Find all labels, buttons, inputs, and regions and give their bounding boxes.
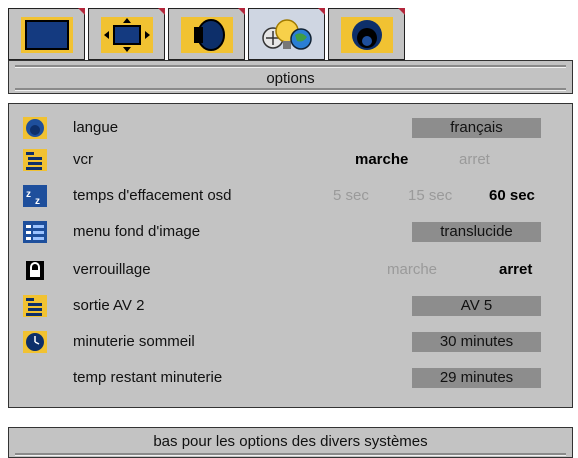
option-row-remaining-time: temp restant minuterie 29 minutes xyxy=(9,363,572,395)
tab-corner-marker xyxy=(398,8,405,15)
sleep-timer-value[interactable]: 30 minutes xyxy=(412,332,541,352)
screen-icon xyxy=(21,17,73,53)
tab-corner-marker xyxy=(78,8,85,15)
osd-option-60-sec[interactable]: 60 sec xyxy=(489,187,535,204)
option-label: temp restant minuterie xyxy=(73,369,223,386)
lock-option-marche[interactable]: marche xyxy=(387,261,437,278)
option-row-sleep-timer[interactable]: minuterie sommeil 30 minutes xyxy=(9,327,572,359)
footer-hint: bas pour les options des divers systèmes xyxy=(153,433,428,450)
tab-options[interactable] xyxy=(248,8,325,60)
tab-corner-marker xyxy=(238,8,245,15)
option-row-osd-timeout[interactable]: z z temps d'effacement osd 5 sec 15 sec … xyxy=(9,181,572,213)
options-bulb-icon xyxy=(262,19,312,50)
menu-panel-icon xyxy=(23,221,47,243)
tab-screen[interactable] xyxy=(8,8,85,60)
vcr-list-icon xyxy=(23,149,47,171)
divider xyxy=(15,65,566,68)
picture-size-icon xyxy=(101,17,153,53)
menu-background-value[interactable]: translucide xyxy=(412,222,541,242)
option-row-av2-output[interactable]: sortie AV 2 AV 5 xyxy=(9,291,572,323)
option-label: temps d'effacement osd xyxy=(73,187,232,204)
options-panel: langue français vcr marche arret z z tem… xyxy=(8,103,573,408)
vcr-option-marche[interactable]: marche xyxy=(355,151,408,168)
av2-output-value[interactable]: AV 5 xyxy=(412,296,541,316)
lock-option-arret[interactable]: arret xyxy=(499,261,532,278)
remaining-time-value: 29 minutes xyxy=(412,368,541,388)
option-label: vcr xyxy=(73,151,93,168)
page-title: options xyxy=(266,70,315,87)
globe-icon xyxy=(341,17,393,53)
tab-sound[interactable] xyxy=(168,8,245,60)
svg-text:z: z xyxy=(26,189,31,200)
option-row-language[interactable]: langue français xyxy=(9,113,572,145)
av-list-icon xyxy=(23,295,47,317)
divider xyxy=(15,88,566,91)
option-row-vcr[interactable]: vcr marche arret xyxy=(9,145,572,177)
clock-icon xyxy=(23,331,47,353)
vcr-option-arret[interactable]: arret xyxy=(459,151,490,168)
option-row-menu-background[interactable]: menu fond d'image translucide xyxy=(9,217,572,249)
option-label: verrouillage xyxy=(73,261,151,278)
footer-panel: bas pour les options des divers systèmes xyxy=(8,427,573,458)
tab-corner-marker xyxy=(318,8,325,15)
header-panel: options xyxy=(8,60,573,94)
tab-corner-marker xyxy=(158,8,165,15)
option-label: langue xyxy=(73,119,119,136)
lock-icon xyxy=(26,261,44,280)
option-label: minuterie sommeil xyxy=(73,333,195,350)
svg-text:z: z xyxy=(35,196,40,207)
language-value[interactable]: français xyxy=(412,118,541,138)
sleep-zz-icon: z z xyxy=(23,185,47,207)
osd-option-5-sec[interactable]: 5 sec xyxy=(333,187,369,204)
option-row-lock[interactable]: verrouillage marche arret xyxy=(9,255,572,287)
tab-globe[interactable] xyxy=(328,8,405,60)
option-label: menu fond d'image xyxy=(73,223,201,240)
speaker-icon xyxy=(181,17,233,53)
option-label: sortie AV 2 xyxy=(73,297,145,314)
divider xyxy=(15,453,566,456)
globe-icon xyxy=(23,117,47,139)
osd-option-15-sec[interactable]: 15 sec xyxy=(408,187,452,204)
tab-picture-size[interactable] xyxy=(88,8,165,60)
